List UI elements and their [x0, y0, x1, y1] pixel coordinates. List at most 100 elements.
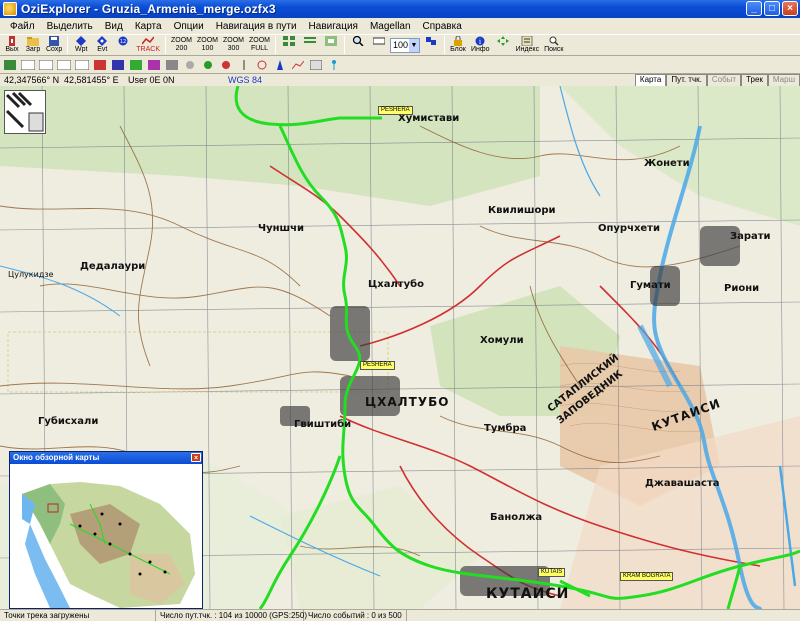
zoom-300-small-icon[interactable] — [56, 58, 72, 72]
waypoint-button[interactable]: Wpt — [71, 35, 91, 55]
zoom-100-small-icon[interactable] — [38, 58, 54, 72]
track-button[interactable]: TRACK — [134, 35, 162, 55]
map-list-icon — [304, 37, 316, 43]
map-label-zarati: Зарати — [730, 231, 771, 242]
mmap-icon[interactable] — [164, 58, 180, 72]
menu-view[interactable]: Вид — [99, 21, 129, 32]
search-button[interactable]: Поиск — [542, 35, 565, 55]
move-label — [502, 46, 504, 54]
evt-list-icon[interactable] — [110, 58, 126, 72]
save-label: Сохр — [46, 46, 63, 53]
coordinate-bar: 42,347566° N 42,581455° E User 0E 0N WGS… — [0, 74, 800, 86]
save-button[interactable]: Сохр — [44, 35, 64, 55]
waypoint-peshera-1[interactable]: PESHERA — [378, 106, 413, 115]
index-button[interactable]: Индекс — [514, 35, 542, 55]
zoom-200-label-top: ZOOM — [171, 37, 192, 44]
compass-icon[interactable] — [272, 58, 288, 72]
overview-map-window[interactable]: Окно обзорной карты × — [9, 451, 203, 609]
route-button[interactable]: 12 — [113, 35, 133, 55]
select-map-icon[interactable] — [2, 58, 18, 72]
menu-options[interactable]: Опции — [168, 21, 210, 32]
tab-routes[interactable]: Марш — [767, 74, 800, 86]
antenna-icon[interactable] — [326, 58, 342, 72]
overview-title-bar[interactable]: Окно обзорной карты × — [10, 452, 202, 464]
close-button[interactable]: × — [782, 1, 798, 16]
waypoint-kutais[interactable]: KUTAIS — [538, 568, 566, 577]
chevron-down-icon[interactable]: ▼ — [409, 38, 419, 52]
zoom-level-select[interactable]: 100 ▼ — [390, 37, 420, 53]
title-bar: OziExplorer - Gruzia_Armenia_merge.ozfx3… — [0, 0, 800, 18]
map-legend-thumbnail[interactable] — [4, 90, 46, 134]
tab-map[interactable]: Карта — [634, 74, 667, 86]
zoom-300-label: 300 — [227, 45, 240, 52]
map-label-banodzha: Банолжа — [490, 512, 543, 523]
menu-map[interactable]: Карта — [129, 21, 168, 32]
scale-select-label — [378, 46, 380, 54]
event-button[interactable]: Evt — [92, 35, 112, 55]
overview-close-button[interactable]: × — [191, 453, 201, 462]
magnify-label — [357, 46, 359, 54]
event-label: Evt — [97, 46, 108, 53]
gps-off-icon[interactable] — [218, 58, 234, 72]
menu-navigation[interactable]: Навигация — [303, 21, 364, 32]
gps-on-icon[interactable] — [200, 58, 216, 72]
magnify-button[interactable] — [348, 35, 368, 55]
object-tabs: Карта Пут. тчк. Событ Трек Марш — [634, 74, 800, 86]
overview-map-canvas[interactable] — [10, 464, 202, 608]
waypoint-kram-bograta[interactable]: KRAM BOGRATA — [620, 572, 674, 581]
proximity-icon[interactable] — [254, 58, 270, 72]
minimize-button[interactable]: _ — [746, 1, 762, 16]
map-label-tumbra: Тумбра — [484, 423, 527, 434]
zoom-200-label: 200 — [175, 45, 188, 52]
map-label-kvilishori: Квилишори — [488, 205, 556, 216]
scale-select-button[interactable] — [369, 35, 389, 55]
magnifier-icon — [352, 36, 364, 46]
waypoint-peshera-2[interactable]: PESHERA — [360, 361, 395, 370]
wpt-list-icon[interactable] — [92, 58, 108, 72]
map-select-button[interactable] — [279, 35, 299, 55]
tab-waypoints[interactable]: Пут. тчк. — [666, 74, 707, 86]
maximize-button[interactable]: □ — [764, 1, 780, 16]
overview-map-image — [10, 464, 202, 608]
menu-select[interactable]: Выделить — [41, 21, 99, 32]
zoom-200-small-icon[interactable] — [20, 58, 36, 72]
ozi-window: OziExplorer - Gruzia_Armenia_merge.ozfx3… — [0, 0, 800, 621]
trk-list-icon[interactable] — [146, 58, 162, 72]
tab-tracks[interactable]: Трек — [741, 74, 768, 86]
menu-file[interactable]: Файл — [4, 21, 41, 32]
status-waypoints: Число пут.тчк. : 104 из 10000 (GPS:250) — [156, 610, 307, 621]
index-icon — [521, 36, 533, 46]
track-chart-icon[interactable] — [308, 58, 324, 72]
rte-list-icon[interactable] — [128, 58, 144, 72]
map-label-opurchkheti: Опурчхети — [598, 223, 660, 234]
gps-settings-icon[interactable] — [182, 58, 198, 72]
status-bar: Точки трека загружены Число пут.тчк. : 1… — [0, 609, 800, 621]
map-label-dzhavashasta: Джавашаста — [645, 478, 720, 489]
zoom-in-out-button[interactable] — [421, 35, 441, 55]
status-track: Точки трека загружены — [0, 610, 156, 621]
zoom-full-button[interactable]: ZOOM FULL — [247, 35, 272, 55]
info-label: Инфо — [471, 46, 490, 53]
map-label-tsulukidze: Цулукидзе — [8, 270, 54, 279]
zoom-full-small-icon[interactable] — [74, 58, 90, 72]
chart-icon[interactable] — [290, 58, 306, 72]
menu-help[interactable]: Справка — [417, 21, 468, 32]
zoom-100-button[interactable]: ZOOM 100 — [195, 35, 220, 55]
menu-bar: Файл Выделить Вид Карта Опции Навигация … — [0, 18, 800, 34]
anchor-icon[interactable] — [236, 58, 252, 72]
menu-moving-map[interactable]: Навигация в пути — [210, 21, 303, 32]
load-button[interactable]: Загр — [23, 35, 43, 55]
app-icon — [3, 2, 17, 16]
user-grid-readout: User 0E 0N — [128, 75, 175, 85]
menu-magellan[interactable]: Magellan — [364, 21, 417, 32]
move-button[interactable] — [493, 35, 513, 55]
tab-events[interactable]: Событ — [706, 74, 742, 86]
zoom-200-button[interactable]: ZOOM 200 — [169, 35, 194, 55]
map-find-button[interactable] — [321, 35, 341, 55]
zoom-300-button[interactable]: ZOOM 300 — [221, 35, 246, 55]
block-button[interactable]: Блок — [448, 35, 468, 55]
map-list-button[interactable] — [300, 35, 320, 55]
info-button[interactable]: i Инфо — [469, 35, 492, 55]
exit-button[interactable]: Вых — [2, 35, 22, 55]
waypoint-icon — [76, 36, 87, 46]
